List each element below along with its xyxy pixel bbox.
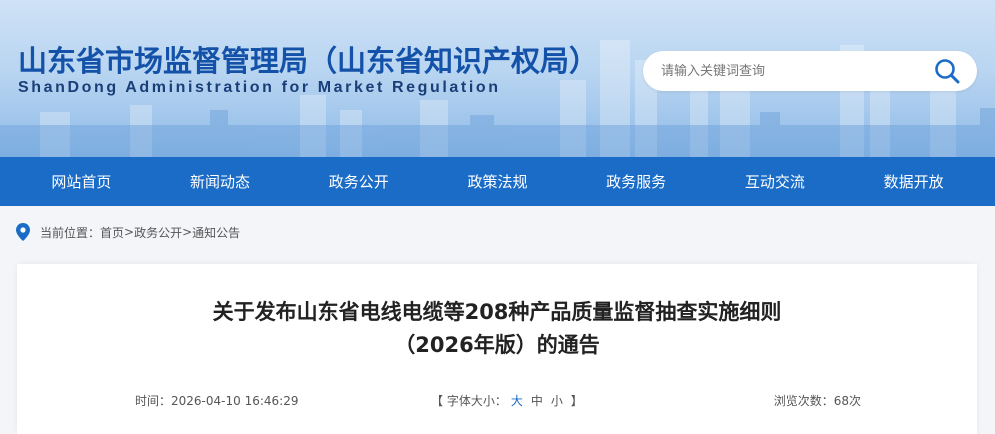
site-subtitle: ShanDong Administration for Market Regul… — [18, 79, 501, 96]
article-card: 关于发布山东省电线电缆等208种产品质量监督抽查实施细则 （2026年版）的通告… — [17, 264, 977, 434]
article-title: 关于发布山东省电线电缆等208种产品质量监督抽查实施细则 （2026年版）的通告 — [17, 296, 977, 362]
breadcrumb: 当前位置： 首页 > 政务公开 > 通知公告 — [16, 222, 240, 242]
main-nav: 网站首页 新闻动态 政务公开 政策法规 政务服务 互动交流 数据开放 — [0, 157, 995, 206]
breadcrumb-separator: > — [124, 225, 135, 239]
nav-item-open-data[interactable]: 数据开放 — [874, 171, 954, 192]
publish-time-label: 时间： — [135, 394, 172, 408]
breadcrumb-home-link[interactable]: 首页 — [100, 224, 124, 241]
breadcrumb-section-link[interactable]: 政务公开 — [134, 224, 182, 241]
font-size-label: 【 字体大小： — [431, 394, 507, 408]
font-size-medium-button[interactable]: 中 — [531, 394, 543, 408]
nav-item-services[interactable]: 政务服务 — [596, 171, 676, 192]
article-title-line-2: （2026年版）的通告 — [394, 333, 600, 357]
nav-item-news[interactable]: 新闻动态 — [180, 171, 260, 192]
font-size-small-button[interactable]: 小 — [551, 394, 563, 408]
publish-time: 时间：2026-04-10 16:46:29 — [135, 392, 298, 409]
breadcrumb-current-link[interactable]: 通知公告 — [192, 224, 240, 241]
publish-time-value: 2026-04-10 16:46:29 — [171, 394, 299, 408]
article-meta: 时间：2026-04-10 16:46:29 【 字体大小： 大中小 】 浏览次数… — [135, 392, 861, 410]
breadcrumb-prefix: 当前位置： — [40, 225, 101, 240]
nav-item-home[interactable]: 网站首页 — [41, 171, 121, 192]
breadcrumb-separator: > — [182, 225, 193, 239]
search-input[interactable] — [661, 61, 921, 81]
nav-item-gov-affairs[interactable]: 政务公开 — [319, 171, 399, 192]
view-count: 浏览次数：68次 — [774, 392, 861, 409]
font-size-control: 【 字体大小： 大中小 】 — [431, 392, 583, 409]
header-banner: 山东省市场监督管理局（山东省知识产权局） ShanDong Administra… — [0, 0, 995, 157]
article-title-line-1: 关于发布山东省电线电缆等208种产品质量监督抽查实施细则 — [212, 300, 782, 324]
location-pin-icon — [16, 223, 30, 241]
view-count-label: 浏览次数： — [773, 394, 834, 408]
font-size-close-bracket: 】 — [566, 394, 583, 408]
view-count-value: 68次 — [833, 394, 861, 408]
font-size-large-button[interactable]: 大 — [511, 394, 523, 408]
nav-item-interaction[interactable]: 互动交流 — [735, 171, 815, 192]
site-title: 山东省市场监督管理局（山东省知识产权局） — [18, 44, 599, 78]
search-box — [643, 51, 977, 91]
nav-item-policies[interactable]: 政策法规 — [457, 171, 537, 192]
search-icon[interactable] — [933, 57, 961, 85]
